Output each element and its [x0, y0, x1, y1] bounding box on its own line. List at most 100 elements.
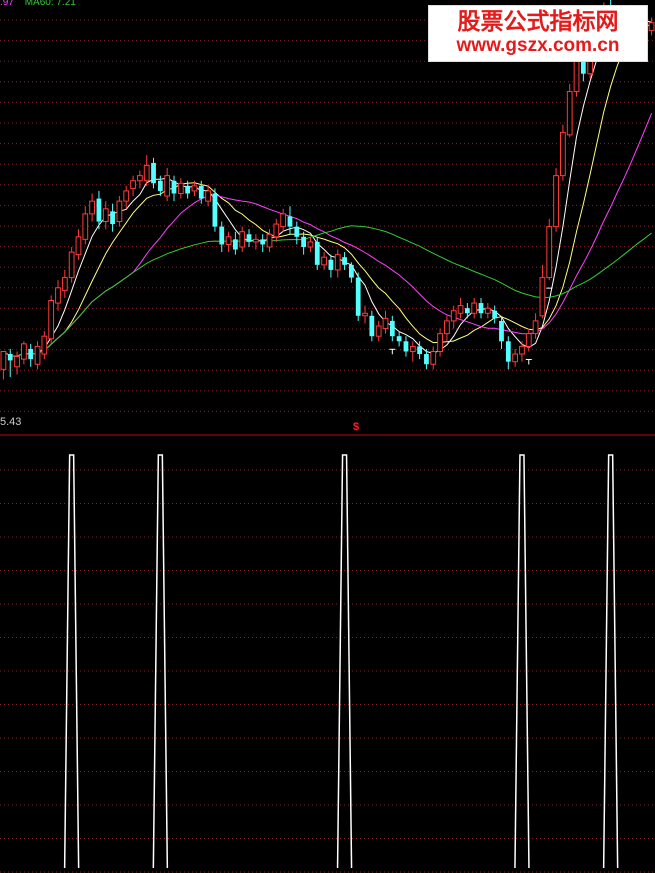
candle-body [233, 239, 238, 250]
candle-body [75, 236, 82, 256]
signal-spike [63, 454, 80, 869]
candle-body [444, 320, 450, 335]
candle-body [280, 213, 287, 228]
candle-body [307, 241, 314, 248]
candle-body [136, 175, 143, 182]
signal-spike [514, 454, 530, 869]
signal-spike [336, 454, 353, 869]
candle-body [457, 305, 464, 314]
candle [41, 331, 48, 360]
candle-body [130, 180, 136, 189]
candle [396, 331, 402, 347]
candle-body [484, 307, 491, 314]
candle [260, 234, 266, 253]
candle [566, 83, 573, 138]
trade-markers [389, 287, 553, 365]
candle-body [314, 241, 320, 265]
candle-body [82, 213, 89, 240]
candle-body [573, 57, 580, 93]
candle-body [648, 22, 655, 31]
candle [246, 229, 252, 247]
candle [239, 226, 246, 253]
candle-body [28, 348, 34, 360]
candle [437, 328, 443, 357]
candle [233, 231, 238, 255]
candle [294, 221, 300, 245]
candle [307, 236, 314, 253]
candle-body [219, 226, 225, 245]
candle-body [96, 198, 102, 222]
candle [348, 262, 354, 283]
candle [136, 170, 143, 189]
candle [252, 234, 259, 250]
candle-body [171, 180, 177, 194]
candle [280, 208, 287, 232]
candle-body [321, 256, 327, 266]
candle [82, 206, 89, 245]
candle-body [61, 277, 68, 291]
candle-body [34, 345, 41, 365]
ma60-legend: MA60: 7.21 [24, 0, 76, 8]
candle-body [499, 320, 504, 342]
candle [328, 254, 334, 278]
candle-body [14, 356, 20, 368]
candle-body [437, 333, 443, 352]
price-low-label: 5.43 [0, 416, 22, 428]
candle [532, 313, 539, 339]
candle [89, 193, 95, 222]
candle-body [102, 208, 109, 223]
candle-body [191, 185, 198, 192]
candle [110, 203, 115, 232]
candle [471, 297, 478, 319]
candle [409, 341, 416, 362]
candle [382, 310, 389, 334]
candle [355, 272, 361, 321]
candle-body [348, 264, 354, 278]
candle-body [252, 238, 259, 243]
candle-body [48, 300, 55, 340]
candle [546, 218, 553, 281]
candle-body [164, 175, 171, 197]
candle-body [539, 277, 546, 317]
candle [321, 252, 327, 270]
candle [68, 247, 75, 283]
signal-spikes [63, 454, 619, 869]
candle [525, 328, 532, 352]
signal-spike [602, 454, 619, 869]
candle [375, 320, 382, 342]
candle-body [492, 310, 498, 319]
candle-body [225, 236, 232, 245]
candle [478, 297, 484, 319]
candle-body [205, 190, 211, 202]
candle-body [334, 254, 341, 271]
candle-body [246, 234, 252, 242]
candle [177, 178, 184, 199]
period-marker: $ [353, 421, 360, 433]
candle [362, 305, 368, 324]
candle-body [273, 223, 280, 238]
candle [369, 310, 375, 342]
candle-body [301, 236, 307, 247]
ma-legend-fragment: .97 [0, 0, 14, 8]
candle-body [185, 185, 191, 194]
candle [301, 231, 307, 255]
candle [225, 231, 232, 253]
candle-body [198, 185, 204, 199]
candle-body [157, 180, 163, 191]
candle [314, 236, 320, 270]
watermark-url: www.gszx.com.cn [456, 35, 620, 56]
candle [389, 315, 395, 342]
candle [212, 188, 218, 232]
candle [34, 341, 41, 370]
watermark-title: 股票公式指标网 [457, 8, 619, 34]
candle [75, 229, 82, 260]
candle-body [294, 226, 300, 237]
candle-body [409, 345, 416, 352]
candle [48, 295, 55, 344]
candle [7, 348, 13, 377]
candle-body [505, 341, 511, 362]
candle-body [89, 200, 95, 215]
candle [464, 303, 470, 319]
candle-body [110, 211, 115, 225]
candle-body [143, 164, 150, 182]
